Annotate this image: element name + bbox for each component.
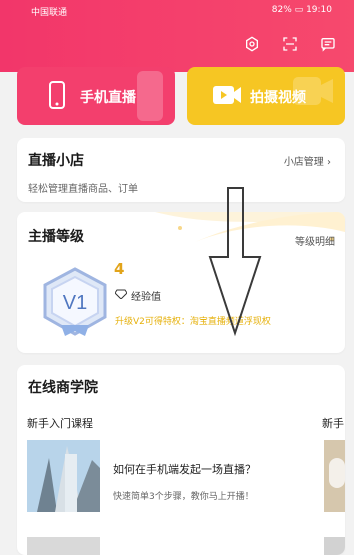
experience-label: 经验值 — [131, 292, 161, 303]
scan-icon[interactable] — [280, 34, 300, 54]
phone-watermark-icon — [135, 69, 165, 125]
next-section-label[interactable]: 新手 — [322, 415, 344, 431]
live-stream-button[interactable]: 手机直播 — [17, 67, 175, 125]
course-thumbnail-2[interactable] — [27, 537, 100, 555]
message-icon[interactable] — [318, 34, 338, 54]
next-course-thumbnail[interactable] — [324, 440, 345, 512]
level-detail-link[interactable]: 等级明细 — [295, 233, 335, 248]
beginner-course-label[interactable]: 新手入门课程 — [27, 415, 93, 431]
video-watermark-icon — [291, 69, 335, 117]
live-stream-label: 手机直播 — [80, 90, 136, 106]
shop-manage-label: 小店管理 — [283, 157, 324, 168]
level-number: 4 — [114, 260, 125, 278]
shop-manage-link[interactable]: 小店管理 › — [284, 153, 331, 168]
online-academy-title: 在线商学院 — [28, 380, 98, 396]
upgrade-promo-text: 升级V2可得特权：淘宝直播频道浮现权 — [115, 317, 271, 327]
top-icons — [242, 34, 338, 54]
battery-icon: ▭ — [294, 5, 304, 15]
diamond-icon — [114, 289, 128, 302]
battery-percentage: 82% — [271, 5, 292, 15]
video-camera-icon — [212, 80, 242, 110]
online-academy-card: 在线商学院 新手入门课程 新手 如何在手机端发起一场直播？ 快速简单3个步骤，教… — [17, 365, 345, 555]
chevron-right-icon: › — [327, 157, 331, 168]
phone-icon — [42, 80, 72, 110]
course-title[interactable]: 如何在手机端发起一场直播？ — [113, 461, 256, 477]
anchor-level-title: 主播等级 — [28, 229, 84, 245]
status-bar: 中国联通 82% ▭ 19:10 — [0, 0, 354, 22]
svg-text:V1: V1 — [63, 292, 87, 314]
settings-icon[interactable] — [242, 34, 262, 54]
next-course-thumbnail-2[interactable] — [324, 537, 345, 555]
live-shop-title: 直播小店 — [28, 153, 84, 169]
course-thumbnail[interactable] — [27, 440, 100, 512]
record-video-button[interactable]: 拍摄视频 — [187, 67, 345, 125]
anchor-level-card: 主播等级 等级明细 V1 4 经验值 升级V2可得特权：淘宝直播频道浮现权 — [17, 212, 345, 353]
live-shop-card[interactable]: 直播小店 小店管理 › 轻松管理直播商品、订单 — [17, 138, 345, 202]
carrier-text: 中国联通 — [31, 8, 68, 18]
time-text: 19:10 — [306, 5, 332, 15]
experience-row: 经验值 — [114, 288, 161, 303]
live-shop-subtitle: 轻松管理直播商品、订单 — [28, 184, 138, 195]
level-badge-icon: V1 — [37, 265, 113, 339]
course-description: 快速简单3个步骤，教你马上开播！ — [113, 492, 254, 502]
header-bar: 中国联通 82% ▭ 19:10 — [0, 0, 354, 72]
action-row: 手机直播 拍摄视频 — [17, 67, 345, 125]
